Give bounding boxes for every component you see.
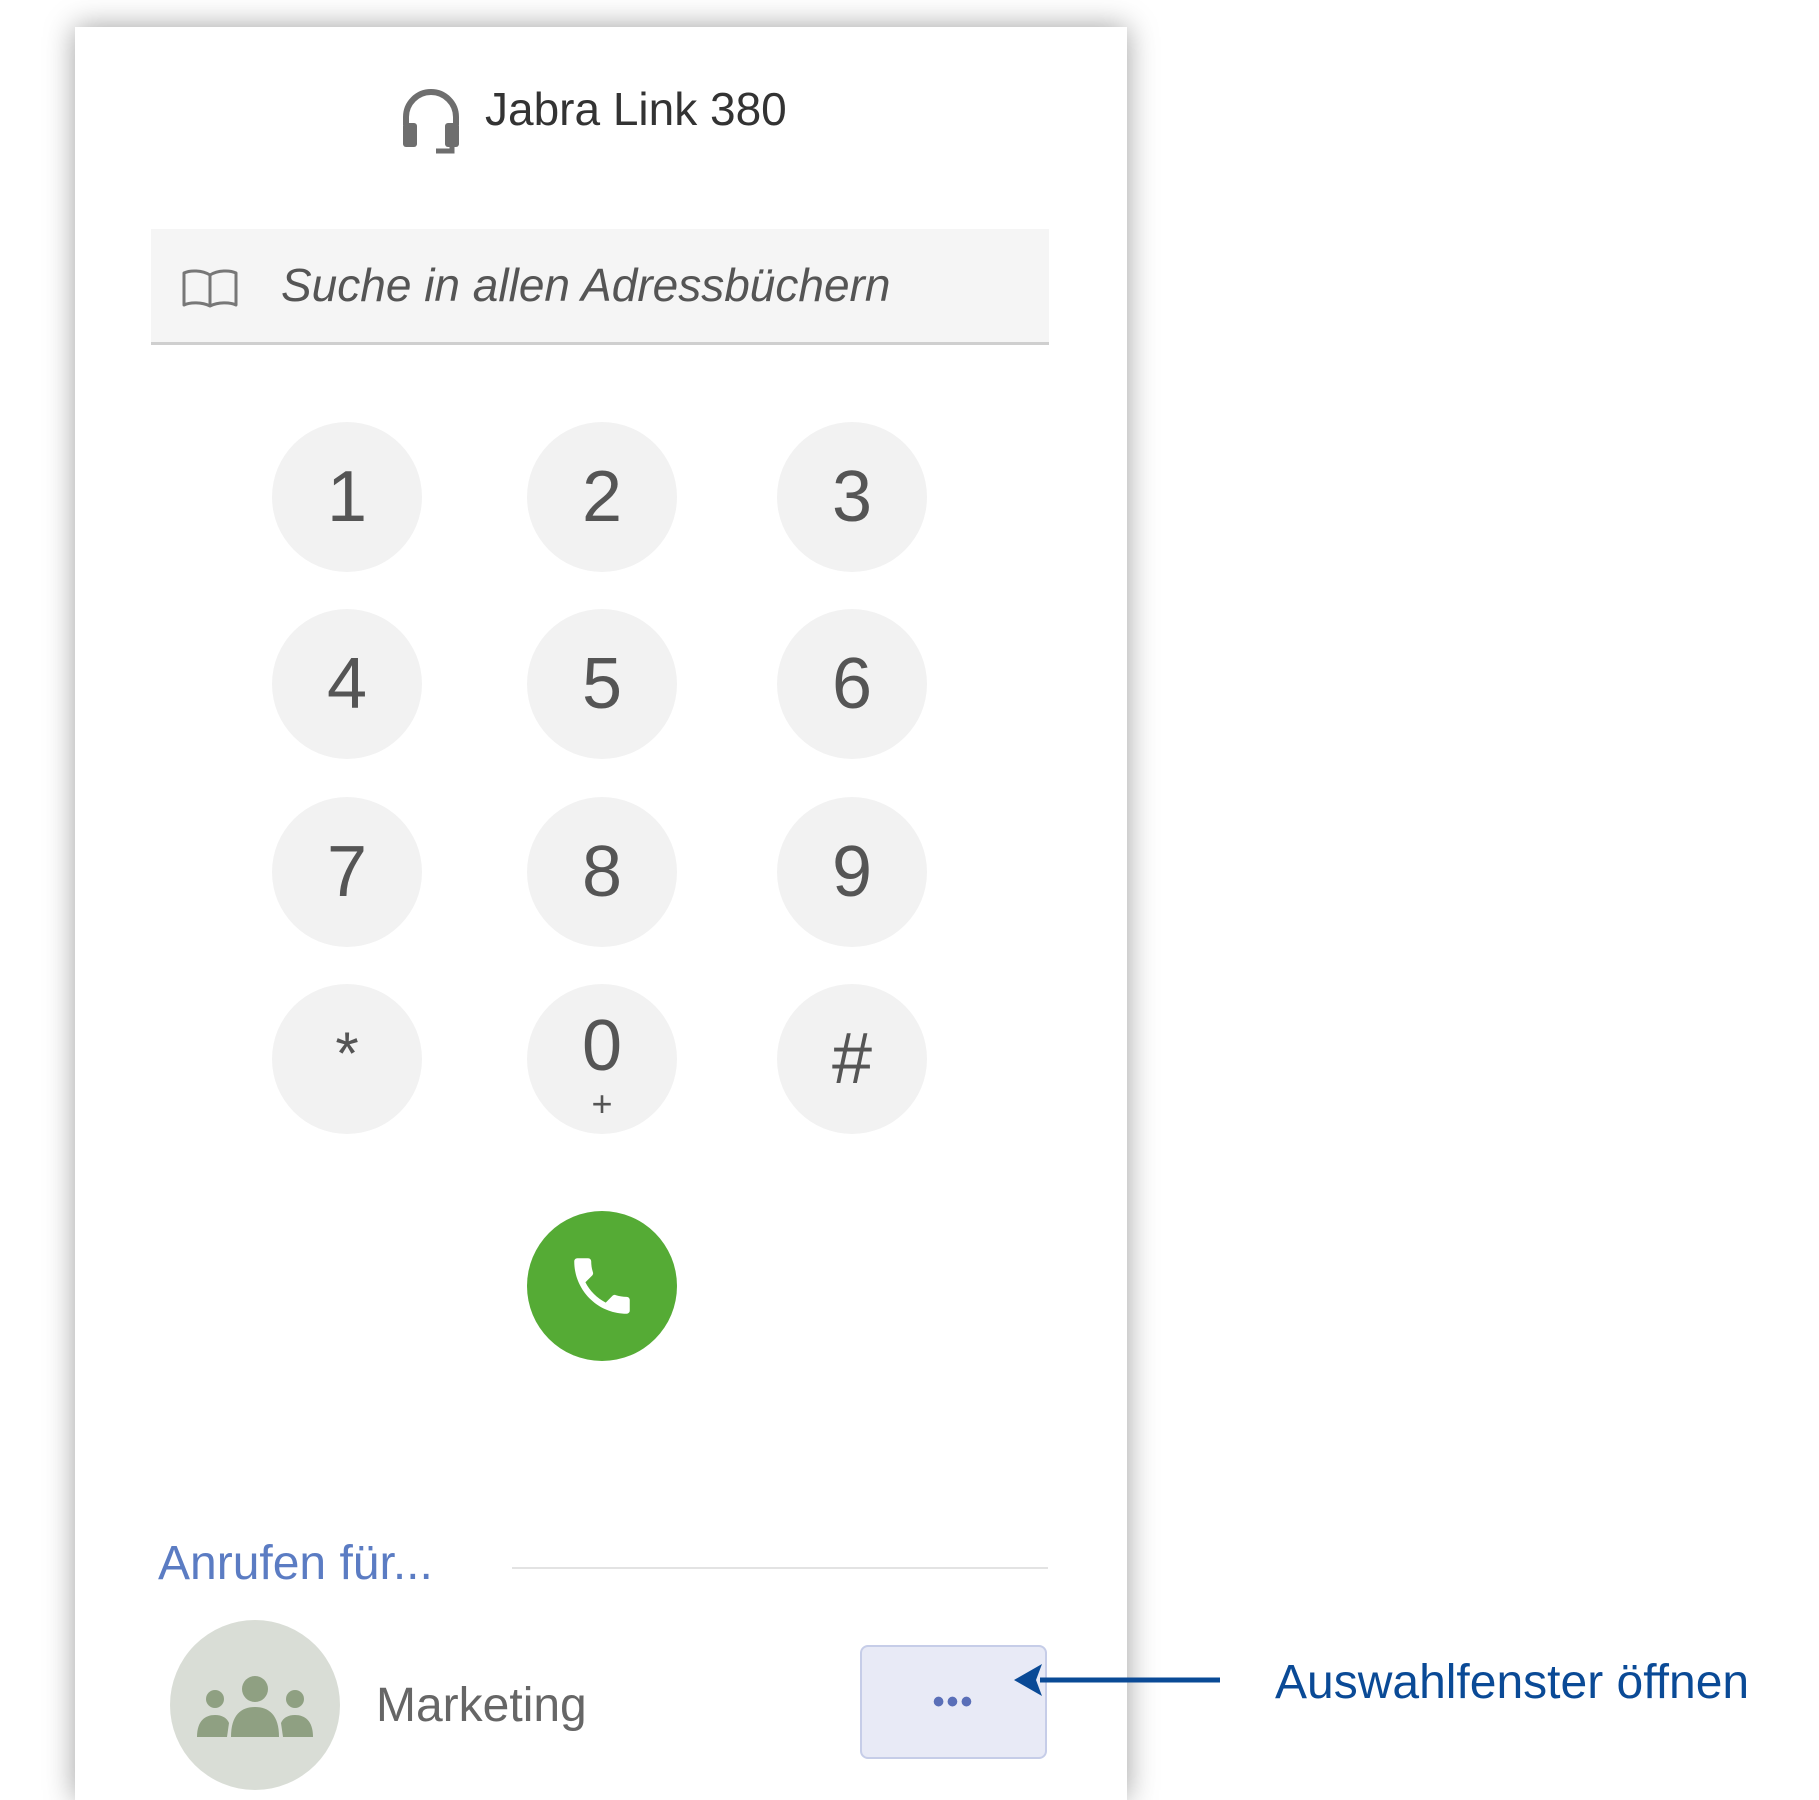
search-input[interactable] [281, 247, 1021, 323]
key-digit: 8 [581, 832, 623, 912]
dialpad-key-4[interactable]: 4 [272, 609, 422, 759]
dialpad-key-6[interactable]: 6 [777, 609, 927, 759]
dialpad-key-8[interactable]: 8 [527, 797, 677, 947]
dialpad-key-1[interactable]: 1 [272, 422, 422, 572]
dialpad-key-hash[interactable]: # [777, 984, 927, 1134]
dialpad-key-2[interactable]: 2 [527, 422, 677, 572]
call-for-title: Anrufen für... [158, 1537, 433, 1590]
dialpad-key-5[interactable]: 5 [527, 609, 677, 759]
key-digit: # [831, 1019, 873, 1099]
key-digit: 2 [581, 457, 623, 537]
call-for-contact: Marketing ••• [75, 1617, 1127, 1797]
phone-icon [574, 1258, 630, 1314]
annotation-arrow-icon [1014, 1664, 1220, 1696]
dialpad-key-9[interactable]: 9 [777, 797, 927, 947]
device-name: Jabra Link 380 [485, 83, 787, 135]
dialer-panel: Jabra Link 380 1 2 3 4 5 6 7 8 9 * [75, 27, 1127, 1800]
annotation-label: Auswahlfenster öffnen [1275, 1656, 1750, 1709]
book-icon [180, 269, 240, 309]
headset-icon [400, 85, 462, 155]
contact-name: Marketing [376, 1679, 587, 1732]
key-digit: * [335, 1020, 359, 1087]
dialpad-key-0[interactable]: 0 + [527, 984, 677, 1134]
key-digit: 4 [326, 644, 368, 724]
key-digit: 7 [326, 832, 368, 912]
dialpad-key-7[interactable]: 7 [272, 797, 422, 947]
key-digit: 9 [831, 832, 873, 912]
key-digit: 0 [581, 1006, 623, 1086]
group-icon [197, 1676, 313, 1737]
dialpad-key-star[interactable]: * [272, 984, 422, 1134]
key-digit: 5 [581, 644, 623, 724]
device-header: Jabra Link 380 [75, 27, 1127, 197]
key-digit: 6 [831, 644, 873, 724]
section-divider [512, 1567, 1048, 1569]
key-digit: 1 [326, 457, 368, 537]
call-button[interactable] [527, 1211, 677, 1361]
key-sub-label: + [591, 1083, 613, 1124]
dialpad-key-3[interactable]: 3 [777, 422, 927, 572]
search-box[interactable] [151, 229, 1049, 345]
avatar [170, 1620, 340, 1790]
key-digit: 3 [831, 457, 873, 537]
